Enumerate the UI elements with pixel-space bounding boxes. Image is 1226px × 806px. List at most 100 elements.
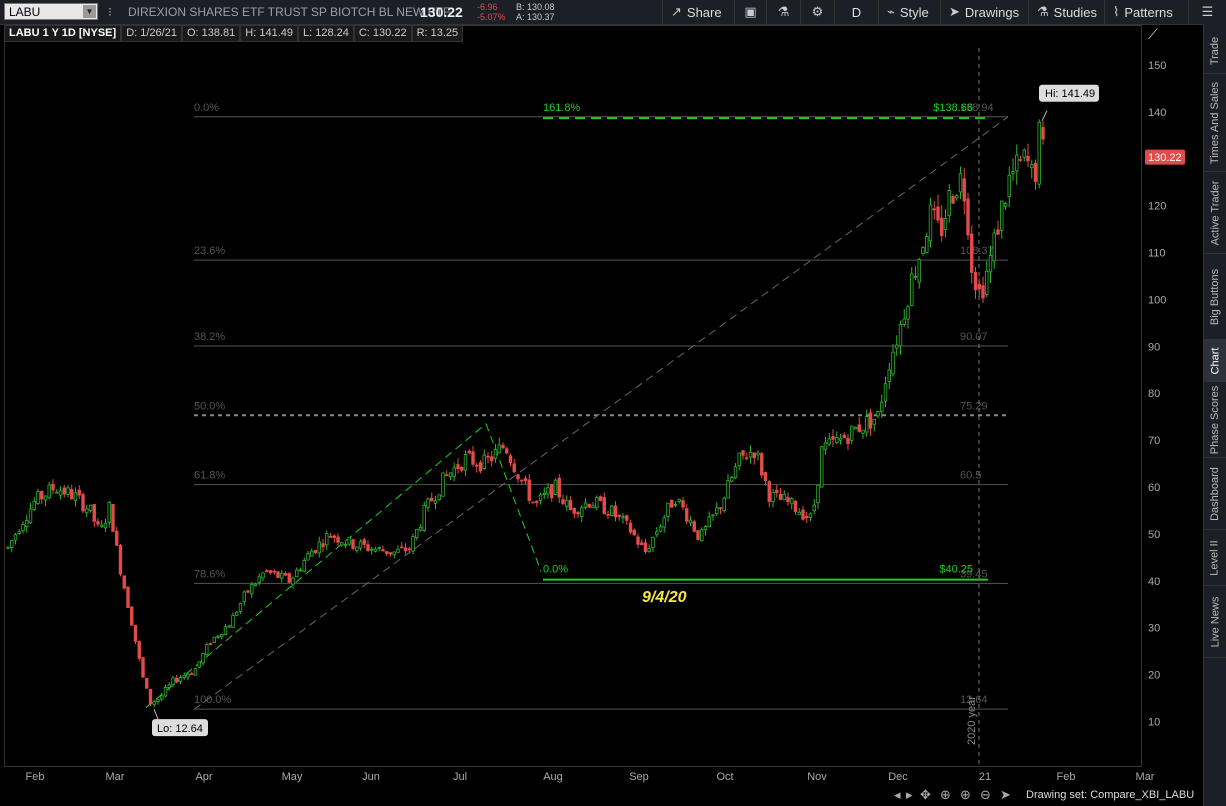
candle [302,557,306,573]
tab-dashboard[interactable]: Dashboard [1204,458,1226,530]
candle [883,376,888,408]
candle [550,483,554,503]
drawing-mode-icon[interactable]: ⟋ [1148,26,1158,43]
candle [681,497,685,511]
candle [190,671,194,676]
candle [898,320,903,355]
fib-pct-label: 23.6% [194,245,225,257]
candle [111,503,115,532]
price-chart[interactable]: 0.0% 138.9423.6% 108.3738.2% 90.0750.0% 75.2… [0,0,1203,786]
channel-upper-line[interactable] [145,423,487,708]
candle [66,484,70,498]
candle [441,472,445,497]
candle [298,567,303,572]
pan-icon[interactable]: ✥ [920,787,931,803]
candle [932,201,936,220]
x-tick-label: Mar [106,771,125,783]
scroll-right-icon[interactable]: ▸ [906,787,913,803]
candle [827,433,831,446]
x-tick-label: Sep [629,771,649,783]
tab-label: Live News [1209,596,1221,647]
candle [505,446,509,455]
candle [55,489,59,494]
candle [433,495,438,510]
candle [497,437,501,454]
candle [865,409,869,437]
candle [1022,148,1026,162]
candle [366,540,370,552]
y-tick-label: 60 [1148,482,1160,494]
zoom-in-icon[interactable]: ⊕ [960,787,971,803]
scroll-left-icon[interactable]: ◂ [894,787,901,803]
candle [216,634,220,640]
fib-pct-label: 0.0% [194,102,219,114]
candle [527,473,531,504]
candle [43,495,48,506]
x-tick-label: Feb [26,771,45,783]
tab-active-trader[interactable]: Active Trader [1204,172,1226,254]
candle [145,678,149,689]
info-close: C: 130.22 [353,25,412,42]
low-label: Lo: 12.64 [157,723,203,735]
candle [1026,143,1030,168]
tab-phase-scores[interactable]: Phase Scores [1204,382,1226,458]
swing-line[interactable] [485,423,542,572]
candle [40,490,44,504]
candle [835,431,839,445]
candle [208,642,213,646]
candle [400,541,404,549]
candle [947,184,951,223]
candle [748,445,753,464]
candle [823,436,828,455]
candle [182,672,186,680]
candle [876,410,880,418]
candle [362,537,366,549]
pointer-icon[interactable]: ➤ [1000,787,1011,803]
candle [580,505,584,523]
candle [891,344,895,377]
tab-big-buttons[interactable]: Big Buttons [1204,254,1226,340]
candle [658,524,663,533]
fib-extension-pct: 0.0% [543,564,568,576]
candle [598,495,603,502]
tab-trade[interactable]: Trade [1204,28,1226,74]
candle [711,514,715,521]
tab-times-and-sales[interactable]: Times And Sales [1204,74,1226,172]
candle [88,504,93,513]
fib-pct-label: 78.6% [194,568,225,580]
x-tick-label: Nov [807,771,827,783]
x-tick-label: Mar [1136,771,1155,783]
candle [621,512,625,524]
tab-level-ii[interactable]: Level II [1204,530,1226,586]
tab-live-news[interactable]: Live News [1204,586,1226,658]
fib-value-label: 108.37 [960,245,994,257]
candle [445,470,449,477]
candle [996,220,1000,235]
candle [793,500,798,515]
candle [426,497,430,512]
candle [910,266,914,307]
candle [17,528,21,535]
candle [643,538,648,554]
candle [700,527,704,542]
fib-trend-line[interactable] [193,116,1009,710]
candle [415,528,419,541]
y-tick-label: 70 [1148,435,1160,447]
candle [508,453,513,467]
candle [103,519,108,533]
low-pointer [153,708,159,720]
candle [478,460,483,474]
tab-chart[interactable]: Chart [1204,340,1226,382]
crosshair-icon[interactable]: ⊕ [940,787,951,803]
candle [385,551,389,557]
candle [516,474,520,484]
info-open: O: 138.81 [181,25,241,42]
candle [493,444,498,463]
candle [107,501,111,528]
zoom-out-icon[interactable]: ⊖ [980,787,991,803]
x-tick-label: Oct [716,771,733,783]
y-tick-label: 110 [1148,248,1166,260]
candle [692,519,696,533]
candle [981,276,985,303]
candle [85,504,89,518]
